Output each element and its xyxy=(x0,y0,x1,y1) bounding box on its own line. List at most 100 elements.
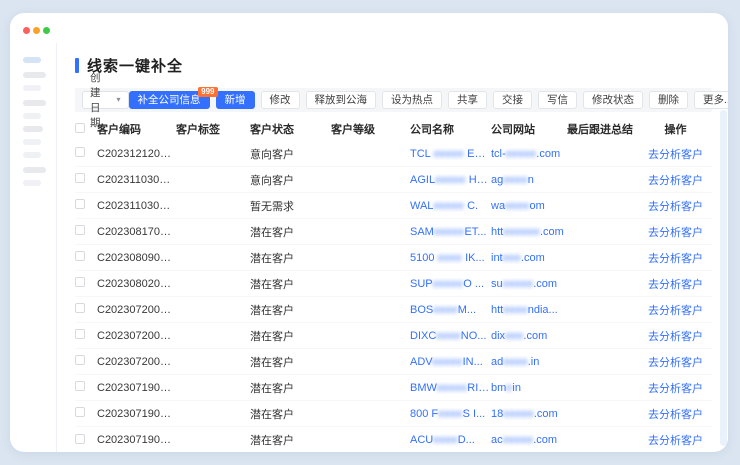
row-checkbox[interactable] xyxy=(75,407,85,417)
redacted-text: eee xyxy=(505,330,523,342)
company-website-link[interactable]: aceeeee.com xyxy=(491,434,567,446)
analyze-customer-link[interactable]: 去分析客户 xyxy=(648,409,703,421)
company-website-link[interactable]: dixeee.com xyxy=(491,330,567,342)
analyze-customer-link[interactable]: 去分析客户 xyxy=(648,383,703,395)
analyze-customer-link[interactable]: 去分析客户 xyxy=(648,435,703,447)
sidebar-item-placeholder[interactable] xyxy=(23,167,46,173)
sidebar-item-placeholder[interactable] xyxy=(23,100,46,106)
table-row: C202307190002 潜在客户 800 FeeeeS I... 18eee… xyxy=(75,401,712,427)
company-name-link[interactable]: ADVeeeeeIN... xyxy=(410,356,491,368)
complete-company-info-button[interactable]: 补全公司信息 999 xyxy=(129,91,210,109)
sidebar-item-placeholder[interactable] xyxy=(23,180,41,186)
analyze-customer-link[interactable]: 去分析客户 xyxy=(648,279,703,291)
add-new-button[interactable]: 新增 xyxy=(216,91,255,109)
row-checkbox[interactable] xyxy=(75,303,85,313)
company-name-link[interactable]: ACUeeeeD... xyxy=(410,434,491,446)
company-name-link[interactable]: TCL eeeee EC... xyxy=(410,148,491,160)
sidebar-item-placeholder[interactable] xyxy=(23,72,46,78)
sidebar-item-placeholder[interactable] xyxy=(23,57,41,63)
close-window-icon[interactable] xyxy=(23,27,30,34)
toolbar-action-button[interactable]: 共享 xyxy=(448,91,487,109)
app-window: 线索一键补全 创建日期 ▾ 补全公司信息 999 新增 修改释放到公海设为热点共… xyxy=(10,13,728,452)
toolbar-action-button[interactable]: 删除 xyxy=(649,91,688,109)
sidebar-item-placeholder[interactable] xyxy=(23,152,41,158)
analyze-customer-link[interactable]: 去分析客户 xyxy=(648,175,703,187)
chevron-down-icon: ▾ xyxy=(117,96,121,104)
row-checkbox[interactable] xyxy=(75,381,85,391)
company-name-link[interactable]: BOSeeeeM... xyxy=(410,304,491,316)
table-row: C202311030002 意向客户 AGILeeeee HN... ageee… xyxy=(75,167,712,193)
row-checkbox[interactable] xyxy=(75,147,85,157)
row-checkbox[interactable] xyxy=(75,251,85,261)
redacted-text: eeeee xyxy=(435,174,466,186)
row-checkbox[interactable] xyxy=(75,434,85,444)
row-checkbox[interactable] xyxy=(75,173,85,183)
row-checkbox[interactable] xyxy=(75,277,85,287)
sidebar-item-placeholder[interactable] xyxy=(23,85,41,91)
select-all-checkbox[interactable] xyxy=(75,123,85,133)
company-website-link[interactable]: bmein xyxy=(491,382,567,394)
redacted-text: eeeee xyxy=(437,382,468,394)
company-name-link[interactable]: 5100 eeee IK... xyxy=(410,252,491,264)
customer-status: 潜在客户 xyxy=(250,302,331,318)
page-title: 线索一键补全 xyxy=(75,55,712,76)
table-body: C202312120001 意向客户 TCL eeeee EC... tcl-e… xyxy=(75,141,712,452)
customer-code: C202312120001 xyxy=(97,148,176,160)
company-name-link[interactable]: SUPeeeeeO ... xyxy=(410,278,491,290)
vertical-scrollbar[interactable] xyxy=(720,110,727,446)
company-website-link[interactable]: 18eeeee.com xyxy=(491,408,567,420)
maximize-window-icon[interactable] xyxy=(43,27,50,34)
count-badge: 999 xyxy=(198,87,217,97)
toolbar-action-button[interactable]: 交接 xyxy=(493,91,532,109)
toolbar-action-button[interactable]: 修改 xyxy=(261,91,300,109)
row-checkbox[interactable] xyxy=(75,225,85,235)
table-row: C202307200001 潜在客户 ADVeeeeeIN... adeeee.… xyxy=(75,349,712,375)
company-name-link[interactable]: 800 FeeeeS I... xyxy=(410,408,491,420)
company-name-link[interactable]: DIXCeeeeNO... xyxy=(410,330,491,342)
redacted-text: e xyxy=(506,382,512,394)
toolbar-action-button[interactable]: 释放到公海 xyxy=(306,91,377,109)
company-name-link[interactable]: AGILeeeee HN... xyxy=(410,174,491,186)
company-website-link[interactable]: htteeeendia... xyxy=(491,304,567,316)
row-checkbox[interactable] xyxy=(75,199,85,209)
toolbar-action-button[interactable]: 设为热点 xyxy=(382,91,442,109)
sidebar-item-placeholder[interactable] xyxy=(23,139,41,145)
analyze-customer-link[interactable]: 去分析客户 xyxy=(648,331,703,343)
row-checkbox[interactable] xyxy=(75,355,85,365)
company-website-link[interactable]: sueeeee.com xyxy=(491,278,567,290)
customer-status: 潜在客户 xyxy=(250,328,331,344)
company-website-link[interactable]: inteee.com xyxy=(491,252,567,264)
redacted-text: eeee xyxy=(433,304,457,316)
row-checkbox[interactable] xyxy=(75,329,85,339)
customer-code: C202308090001 xyxy=(97,252,176,264)
company-website-link[interactable]: adeeee.in xyxy=(491,356,567,368)
toolbar-action-button[interactable]: 修改状态 xyxy=(583,91,643,109)
date-filter-dropdown[interactable]: 创建日期 ▾ xyxy=(82,91,129,109)
company-website-link[interactable]: htteeeeee.com xyxy=(491,226,567,238)
analyze-customer-link[interactable]: 去分析客户 xyxy=(648,357,703,369)
analyze-customer-link[interactable]: 去分析客户 xyxy=(648,227,703,239)
analyze-customer-link[interactable]: 去分析客户 xyxy=(648,201,703,213)
analyze-customer-link[interactable]: 去分析客户 xyxy=(648,305,703,317)
company-website-link[interactable]: tcl-eeeee.com xyxy=(491,148,567,160)
more-actions-button[interactable]: 更多... ▾ xyxy=(694,91,728,109)
analyze-customer-link[interactable]: 去分析客户 xyxy=(648,253,703,265)
customer-status: 潜在客户 xyxy=(250,250,331,266)
minimize-window-icon[interactable] xyxy=(33,27,40,34)
company-name-link[interactable]: BMWeeeeeRIV... xyxy=(410,382,491,394)
customer-code: C202307190001 xyxy=(97,434,176,446)
analyze-customer-link[interactable]: 去分析客户 xyxy=(648,149,703,161)
customer-code: C202307190002 xyxy=(97,408,176,420)
customer-code: C202307200003 xyxy=(97,304,176,316)
company-name-link[interactable]: WALeeeee C. xyxy=(410,200,491,212)
company-website-link[interactable]: ageeeen xyxy=(491,174,567,186)
company-website-link[interactable]: waeeeeom xyxy=(491,200,567,212)
sidebar-item-placeholder[interactable] xyxy=(23,113,41,119)
toolbar-action-button[interactable]: 写信 xyxy=(538,91,577,109)
customer-status: 潜在客户 xyxy=(250,276,331,292)
sidebar-item-placeholder[interactable] xyxy=(23,126,43,132)
toolbar-secondary-buttons: 修改释放到公海设为热点共享交接写信修改状态删除 xyxy=(261,91,689,109)
table-row: C202312120001 意向客户 TCL eeeee EC... tcl-e… xyxy=(75,141,712,167)
table-row: C202307200002 潜在客户 DIXCeeeeNO... dixeee.… xyxy=(75,323,712,349)
company-name-link[interactable]: SAMeeeeeET... xyxy=(410,226,491,238)
